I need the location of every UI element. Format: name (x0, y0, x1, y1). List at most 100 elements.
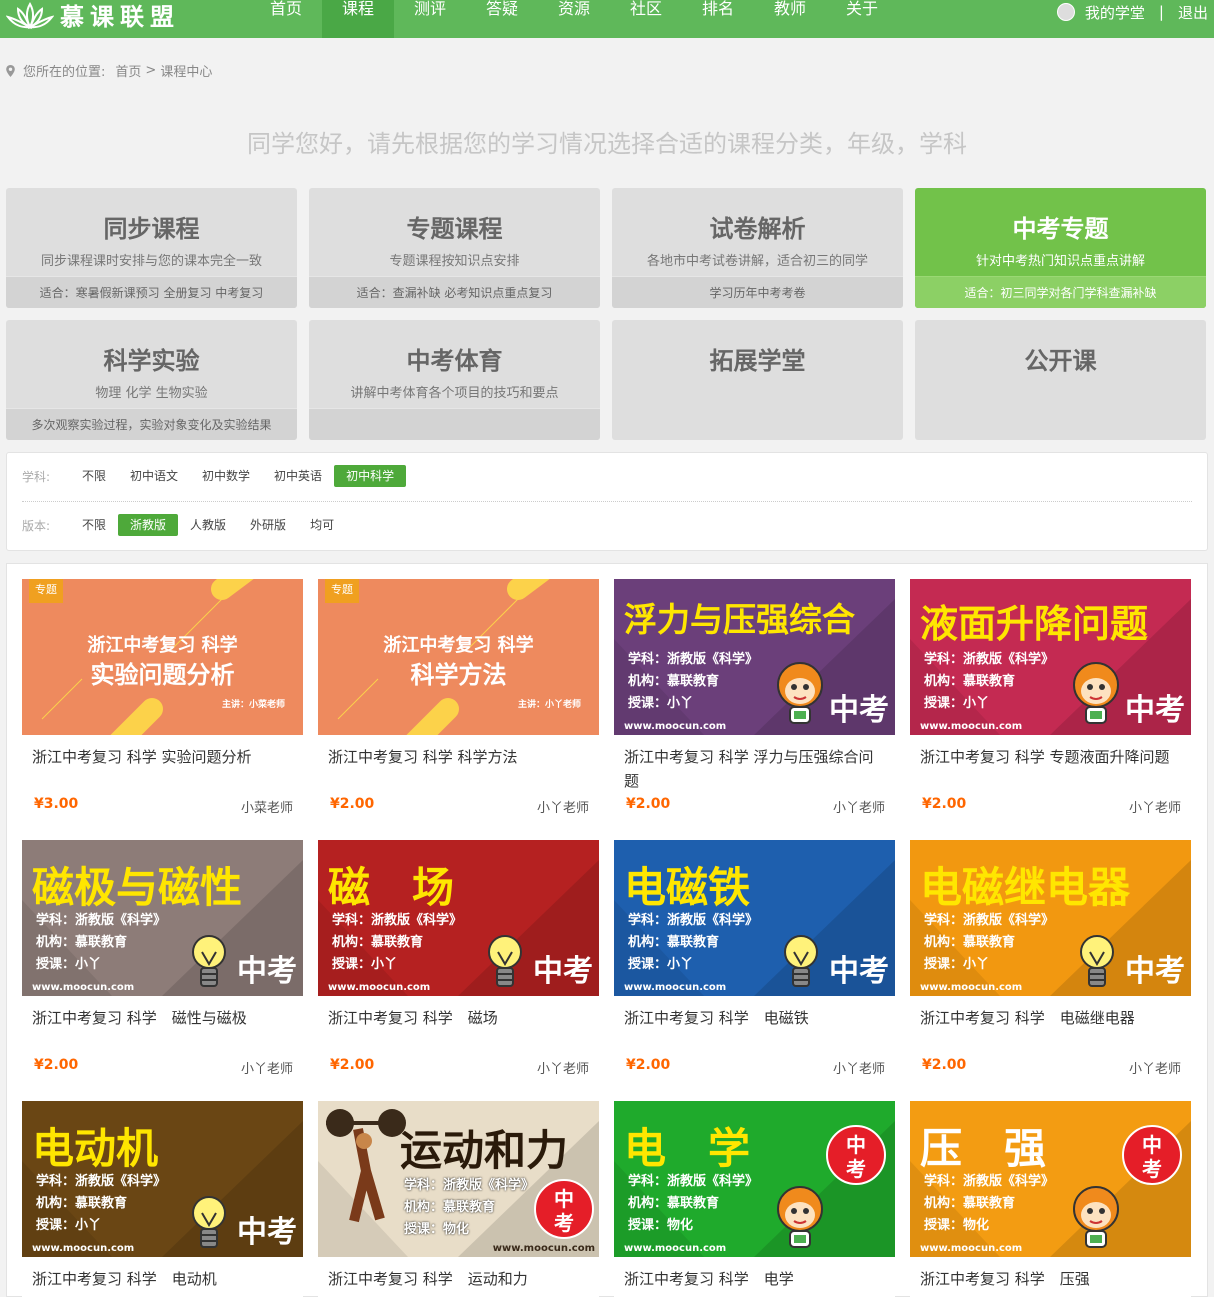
course-title[interactable]: 浙江中考复习 科学 压强 (920, 1267, 1182, 1291)
course-title[interactable]: 浙江中考复习 科学 电动机 (32, 1267, 294, 1291)
category-card[interactable]: 试卷解析 各地市中考试卷讲解，适合初三的同学 学习历年中考考卷 (612, 188, 903, 308)
course-thumbnail[interactable]: 浮力与压强综合 学科：浙教版《科学》 机构：慕联教育 授课：小丫 中考 www.moocu… (614, 579, 895, 735)
site-logo[interactable]: 慕课联盟 (6, 0, 180, 34)
course-title[interactable]: 浙江中考复习 科学 专题液面升降问题 (920, 745, 1182, 769)
thumb-headline: 电动机 (32, 1124, 159, 1173)
edition-option[interactable]: 浙教版 (118, 514, 179, 536)
course-thumbnail[interactable]: 电 学学科：浙教版《科学》 机构：慕联教育 授课：物化 中考 www.moocun.co… (614, 1101, 895, 1257)
nav-item-6[interactable]: 排名 (682, 0, 754, 38)
nav-item-1[interactable]: 课程 (322, 0, 394, 38)
course-card[interactable]: 磁极与磁性 学科：浙教版《科学》 机构：慕联教育 授课：小丫 中考 www.moocun.… (22, 840, 303, 1085)
zhongkao-label: 中考 (829, 693, 889, 728)
course-thumbnail[interactable]: 磁极与磁性 学科：浙教版《科学》 机构：慕联教育 授课：小丫 中考 www.moocun.… (22, 840, 303, 996)
course-card[interactable]: 专题 浙江中考复习 科学 科学方法 主讲：小丫老师 浙江中考复习 科学 科学方法 ¥2.0… (318, 579, 599, 824)
course-thumbnail[interactable]: 电磁继电器 学科：浙教版《科学》 机构：慕联教育 授课：小丫 中考 www.moocun.… (910, 840, 1191, 996)
top-navigation-bar: 慕课联盟 首页 课程 测评 答疑 资源 社区 排名 教师 关于 我的学堂 | 退出 (0, 0, 1214, 38)
category-card[interactable]: 中考体育讲解中考体育各个项目的技巧和要点 (309, 320, 600, 440)
nav-item-8[interactable]: 关于 (826, 0, 898, 38)
monkey-mascot-icon (777, 1186, 823, 1248)
thumb-url: www.moocun.com (32, 982, 135, 993)
thumb-info-line: 机构：慕联教育 (924, 935, 1016, 950)
zhongkao-badge: 中考 (1122, 1125, 1182, 1185)
zhongkao-badge: 中考 (826, 1125, 886, 1185)
course-title[interactable]: 浙江中考复习 科学 电磁铁 (624, 1006, 886, 1030)
thumb-info-line: 授课：小丫 (36, 1218, 102, 1233)
lightbulb-icon (1080, 935, 1114, 987)
course-card[interactable]: 电磁继电器 学科：浙教版《科学》 机构：慕联教育 授课：小丫 中考 www.moocun.… (910, 840, 1191, 1085)
nav-item-0[interactable]: 首页 (250, 0, 322, 38)
category-card[interactable]: 公开课 (915, 320, 1206, 440)
nav-item-2[interactable]: 测评 (394, 0, 466, 38)
course-title[interactable]: 浙江中考复习 科学 运动和力 (328, 1267, 590, 1291)
logout-link[interactable]: 退出 (1178, 2, 1208, 23)
edition-option[interactable]: 人教版 (178, 514, 238, 536)
thumb-info-line: 授课：小丫 (628, 957, 694, 972)
thumb-url: www.moocun.com (492, 1243, 595, 1254)
nav-item-5[interactable]: 社区 (610, 0, 682, 38)
edition-option[interactable]: 均可 (298, 514, 346, 536)
course-title[interactable]: 浙江中考复习 科学 磁场 (328, 1006, 590, 1030)
thumb-info-line: 学科：浙教版《科学》 (924, 652, 1055, 667)
thumb-headline: 电 学 (624, 1124, 751, 1173)
thumb-info-line: 机构：慕联教育 (36, 935, 128, 950)
thumb-headline: 压 强 (920, 1124, 1047, 1173)
header-separator: | (1158, 3, 1164, 21)
subject-option[interactable]: 初中数学 (190, 465, 262, 487)
thumb-info-line: 授课：小丫 (924, 696, 990, 711)
intro-text: 同学您好，请先根据您的学习情况选择合适的课程分类，年级，学科 (247, 130, 967, 158)
zhongkao-label: 中考 (829, 954, 889, 989)
topic-tag: 专题 (29, 579, 63, 603)
course-card[interactable]: 压 强学科：浙教版《科学》 机构：慕联教育 授课：物化 中考 www.moocun.co… (910, 1101, 1191, 1297)
breadcrumb-home[interactable]: 首页 (115, 61, 141, 80)
course-thumbnail[interactable]: 电动机 学科：浙教版《科学》 机构：慕联教育 授课：小丫 中考 www.moocun.co… (22, 1101, 303, 1257)
category-card[interactable]: 科学实验 物理 化学 生物实验 多次观察实验过程，实验对象变化及实验结果 (6, 320, 297, 440)
course-title[interactable]: 浙江中考复习 科学 浮力与压强综合问题 (624, 745, 886, 793)
thumb-info-line: 授课：物化 (404, 1222, 470, 1237)
category-card[interactable]: 同步课程 同步课程课时安排与您的课本完全一致 适合：寒暑假新课预习 全册复习 中考复… (6, 188, 297, 308)
avatar[interactable] (1056, 3, 1075, 21)
lightbulb-icon (192, 1196, 226, 1248)
course-thumbnail[interactable]: 运动和力 学科：浙教版《科学》 机构：慕联教育 授课：物化 中考 www.moocun.c… (318, 1101, 599, 1257)
monkey-mascot-icon (1073, 662, 1119, 724)
course-thumbnail[interactable]: 电磁铁 学科：浙教版《科学》 机构：慕联教育 授课：小丫 中考 www.moocun.co… (614, 840, 895, 996)
breadcrumb-current[interactable]: 课程中心 (160, 61, 212, 80)
course-card[interactable]: 液面升降问题 学科：浙教版《科学》 机构：慕联教育 授课：小丫 中考 www.moocun… (910, 579, 1191, 824)
course-title[interactable]: 浙江中考复习 科学 电磁继电器 (920, 1006, 1182, 1030)
subject-option[interactable]: 初中英语 (262, 465, 334, 487)
course-thumbnail[interactable]: 压 强学科：浙教版《科学》 机构：慕联教育 授课：物化 中考 www.moocun.co… (910, 1101, 1191, 1257)
nav-item-4[interactable]: 资源 (538, 0, 610, 38)
course-title[interactable]: 浙江中考复习 科学 科学方法 (328, 745, 590, 769)
nav-item-3[interactable]: 答疑 (466, 0, 538, 38)
thumb-line1: 浙江中考复习 科学 (383, 635, 534, 656)
course-card[interactable]: 电 学学科：浙教版《科学》 机构：慕联教育 授课：物化 中考 www.moocun.co… (614, 1101, 895, 1297)
subject-option[interactable]: 不限 (70, 465, 118, 487)
category-card[interactable]: 中考专题 针对中考热门知识点重点讲解 适合：初三同学对各门学科查漏补缺 (915, 188, 1206, 308)
course-card[interactable]: 电磁铁 学科：浙教版《科学》 机构：慕联教育 授课：小丫 中考 www.moocun.co… (614, 840, 895, 1085)
edition-option[interactable]: 外研版 (238, 514, 298, 536)
thumb-info-line: 学科：浙教版《科学》 (404, 1178, 535, 1193)
course-card[interactable]: 浮力与压强综合 学科：浙教版《科学》 机构：慕联教育 授课：小丫 中考 www.moocu… (614, 579, 895, 824)
course-thumbnail[interactable]: 磁 场学科：浙教版《科学》 机构：慕联教育 授课：小丫 中考 www.moocun.co… (318, 840, 599, 996)
course-thumbnail[interactable]: 液面升降问题 学科：浙教版《科学》 机构：慕联教育 授课：小丫 中考 www.moocun… (910, 579, 1191, 735)
course-thumbnail[interactable]: 专题 浙江中考复习 科学 实验问题分析 主讲：小菜老师 (22, 579, 303, 735)
thumb-line2: 科学方法 (410, 661, 507, 689)
course-card[interactable]: 电动机 学科：浙教版《科学》 机构：慕联教育 授课：小丫 中考 www.moocun.co… (22, 1101, 303, 1297)
category-card[interactable]: 专题课程 专题课程按知识点安排 适合：查漏补缺 必考知识点重点复习 (309, 188, 600, 308)
course-title[interactable]: 浙江中考复习 科学 实验问题分析 (32, 745, 294, 769)
subject-option[interactable]: 初中科学 (334, 465, 407, 487)
course-card[interactable]: 运动和力 学科：浙教版《科学》 机构：慕联教育 授课：物化 中考 www.moocun.c… (318, 1101, 599, 1297)
category-card[interactable]: 拓展学堂 (612, 320, 903, 440)
my-study-link[interactable]: 我的学堂 (1085, 2, 1145, 23)
course-title[interactable]: 浙江中考复习 科学 磁性与磁极 (32, 1006, 294, 1030)
course-title[interactable]: 浙江中考复习 科学 电学 (624, 1267, 886, 1291)
edition-option[interactable]: 不限 (70, 514, 118, 536)
course-card[interactable]: 专题 浙江中考复习 科学 实验问题分析 主讲：小菜老师浙江中考复习 科学 实验问题分析… (22, 579, 303, 824)
course-thumbnail[interactable]: 专题 浙江中考复习 科学 科学方法 主讲：小丫老师 (318, 579, 599, 735)
thumb-url: www.moocun.com (920, 982, 1023, 993)
subject-option[interactable]: 初中语文 (118, 465, 190, 487)
course-card[interactable]: 磁 场学科：浙教版《科学》 机构：慕联教育 授课：小丫 中考 www.moocun.co… (318, 840, 599, 1085)
category-desc: 讲解中考体育各个项目的技巧和要点 (350, 386, 559, 401)
category-name: 中考体育 (406, 347, 503, 375)
nav-item-7[interactable]: 教师 (754, 0, 826, 38)
monkey-mascot-icon (1073, 1186, 1119, 1248)
